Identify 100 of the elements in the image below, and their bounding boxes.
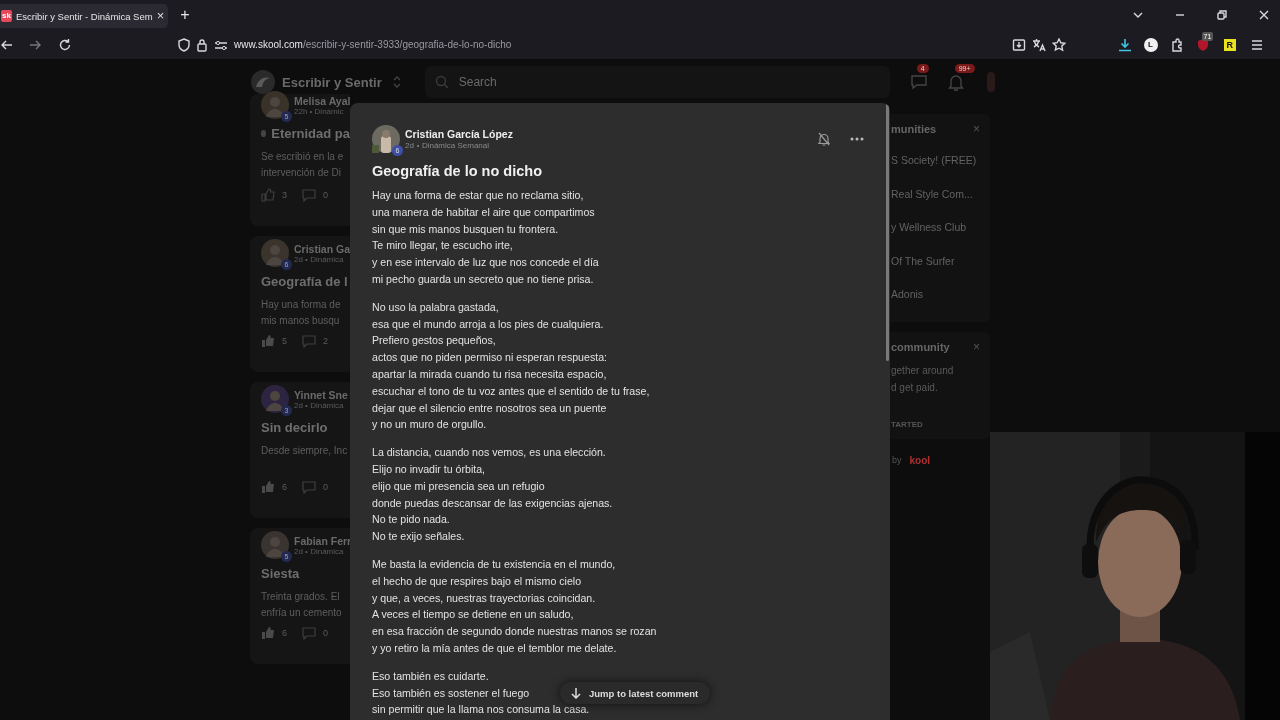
thumbs-up-icon[interactable]	[261, 188, 275, 202]
author-name[interactable]: Fabian Ferr	[294, 534, 352, 547]
reload-icon[interactable]	[58, 37, 72, 52]
close-button[interactable]: ×	[973, 339, 980, 354]
profile-button[interactable]: L	[1143, 37, 1158, 52]
translate-icon[interactable]	[1032, 37, 1046, 52]
poem-line: en esa fracción de segundo donde nuestras manos se rozan	[372, 624, 657, 640]
post-excerpt: Se escribió en la e	[261, 150, 344, 164]
poem-line: mi pecho guarda un secreto que no tiene prisa.	[372, 272, 594, 287]
close-icon[interactable]	[1258, 9, 1270, 21]
switch-icon[interactable]	[391, 75, 402, 89]
like-count: 5	[282, 336, 287, 346]
post-excerpt: Treinta grados. El	[261, 590, 340, 604]
sidebar-title: community	[891, 340, 950, 353]
post-title: Geografía de lo no dicho	[372, 163, 543, 179]
poem-line: No te pido nada.	[372, 512, 450, 528]
new-tab-button[interactable]: +	[180, 7, 190, 23]
poem-line: y no un muro de orgullo.	[372, 417, 487, 433]
author-name[interactable]: Cristian Ga	[294, 242, 351, 255]
puzzle-icon[interactable]	[1169, 37, 1184, 52]
community-link[interactable]: Adonis	[891, 278, 980, 312]
community-logo-icon[interactable]	[250, 69, 276, 95]
poem-line: Elijo no invadir tu órbita,	[372, 461, 486, 477]
menu-icon[interactable]	[1250, 37, 1264, 52]
poem-line: Prefiero gestos pequeños,	[372, 333, 496, 349]
favicon: sk	[1, 10, 12, 22]
author-name[interactable]: Cristian García López	[405, 128, 513, 140]
bell-off-icon[interactable]	[817, 132, 831, 146]
poem-line: el hecho de que respires bajo el mismo cielo	[372, 573, 582, 589]
poem-line: Te miro llegar, te escucho irte,	[372, 238, 513, 254]
search-icon	[434, 75, 449, 89]
post-time: 2d	[405, 141, 414, 150]
post-meta: 22h • Dinámic	[294, 106, 344, 116]
extension-button[interactable]: R	[1223, 38, 1236, 51]
close-tab-button[interactable]: ×	[156, 10, 165, 22]
poem-line: donde puedas descansar de las exigencias ajenas.	[372, 495, 613, 511]
poem-line: sin que mis manos busquen tu frontera.	[372, 221, 559, 237]
download-icon[interactable]	[1117, 37, 1132, 52]
avatar-icon	[261, 531, 289, 559]
avatar-icon	[261, 385, 289, 413]
thumbs-up-filled-icon[interactable]	[261, 334, 275, 348]
post-title: Siesta	[261, 566, 300, 581]
poem-line: escuchar el tono de tu voz antes que el sentido de tu frase,	[372, 383, 650, 399]
post-excerpt: Hay una forma de	[261, 298, 341, 312]
close-button[interactable]: ×	[973, 122, 980, 136]
community-link[interactable]: S Society! (FREE)	[891, 144, 980, 178]
author-name[interactable]: Melisa Ayal	[294, 94, 351, 107]
poem-line: Eso también es cuidarte.	[372, 668, 489, 684]
star-icon[interactable]	[1052, 37, 1066, 52]
avatar-icon	[261, 91, 289, 119]
post-excerpt: mis manos busqu	[261, 314, 340, 328]
poem-line: No uso la palabra gastada,	[372, 299, 499, 315]
poem-line: elijo que mi presencia sea un refugio	[372, 478, 545, 494]
category-link[interactable]: Dinámica Semanal	[421, 141, 490, 150]
tab-title: Escribir y Sentir - Dinámica Sem	[15, 10, 153, 22]
poem-line: una manera de habitar el aire que compartimos	[372, 204, 595, 220]
community-link[interactable]: Real Style Com...	[891, 177, 980, 211]
post-excerpt: intervención de Di	[261, 166, 342, 180]
url-text: www.skool.com/escribir-y-sentir-3933/geografia-de-lo-no-dicho	[234, 39, 512, 50]
more-icon[interactable]	[850, 137, 864, 141]
shield-icon	[178, 37, 190, 52]
community-link[interactable]: Of The Surfer	[891, 244, 980, 278]
reader-icon[interactable]	[1012, 37, 1026, 52]
post-excerpt: Desde siempre, Inc	[261, 444, 348, 458]
poem-line: y en ese intervalo de luz que nos concede el día	[372, 255, 599, 271]
poem-line: Me basta la evidencia de tu existencia en el mundo,	[372, 556, 616, 572]
jump-to-latest-comment-button[interactable]: Jump to latest comment	[560, 682, 711, 704]
arrow-down-icon	[570, 687, 582, 699]
poem-line: dejar que el silencio entre nosotros sea un puente	[372, 400, 607, 416]
poem-line: Hay una forma de estar que no reclama sitio,	[372, 188, 584, 203]
avatar-icon	[261, 239, 289, 267]
like-count: 3	[282, 190, 287, 200]
post-excerpt: enfría un cemento	[261, 606, 342, 620]
browser-tab[interactable]: sk Escribir y Sentir - Dinámica Sem ×	[0, 4, 169, 28]
community-link[interactable]: y Wellness Club	[891, 211, 980, 245]
sidebar-text: gether around	[891, 363, 954, 378]
get-started-link[interactable]: TARTED	[891, 419, 923, 429]
lock-icon	[196, 37, 208, 52]
poem-line: esa que el mundo arroja a los pies de cualquiera.	[372, 316, 604, 332]
community-name[interactable]: Escribir y Sentir	[282, 74, 382, 90]
post-title: Sin decirlo	[261, 420, 328, 435]
thumbs-up-filled-icon[interactable]	[261, 480, 275, 494]
poem-line: La distancia, cuando nos vemos, es una elección.	[372, 445, 606, 461]
poem-line: sin permitir que la llama nos consuma la casa.	[372, 702, 590, 718]
shield-extension-icon[interactable]	[1195, 37, 1210, 52]
scrollbar[interactable]	[886, 103, 889, 361]
poem-line: actos que no piden permiso ni esperan respuesta:	[372, 350, 607, 366]
brand-logo[interactable]: kool	[909, 454, 931, 466]
footer-text: by	[892, 455, 902, 465]
avatar-icon	[372, 125, 400, 153]
sidebar-title: munities	[891, 123, 937, 135]
thumbs-up-filled-icon[interactable]	[261, 626, 275, 640]
restore-icon[interactable]	[1216, 9, 1228, 21]
comment-count: 2	[323, 336, 329, 346]
poem-line: apartar la mirada cuando tu risa necesita espacio,	[372, 366, 607, 382]
author-name[interactable]: Yinnet Sne	[294, 388, 348, 401]
poem-line: y yo retiro la mía antes de que el temblor me delate.	[372, 640, 617, 656]
poem-line: Eso también es sostener el fuego	[372, 685, 530, 701]
poem-line: y que, a veces, nuestras trayectorias coincidan.	[372, 590, 596, 606]
post-title: Geografía de l	[261, 274, 348, 289]
